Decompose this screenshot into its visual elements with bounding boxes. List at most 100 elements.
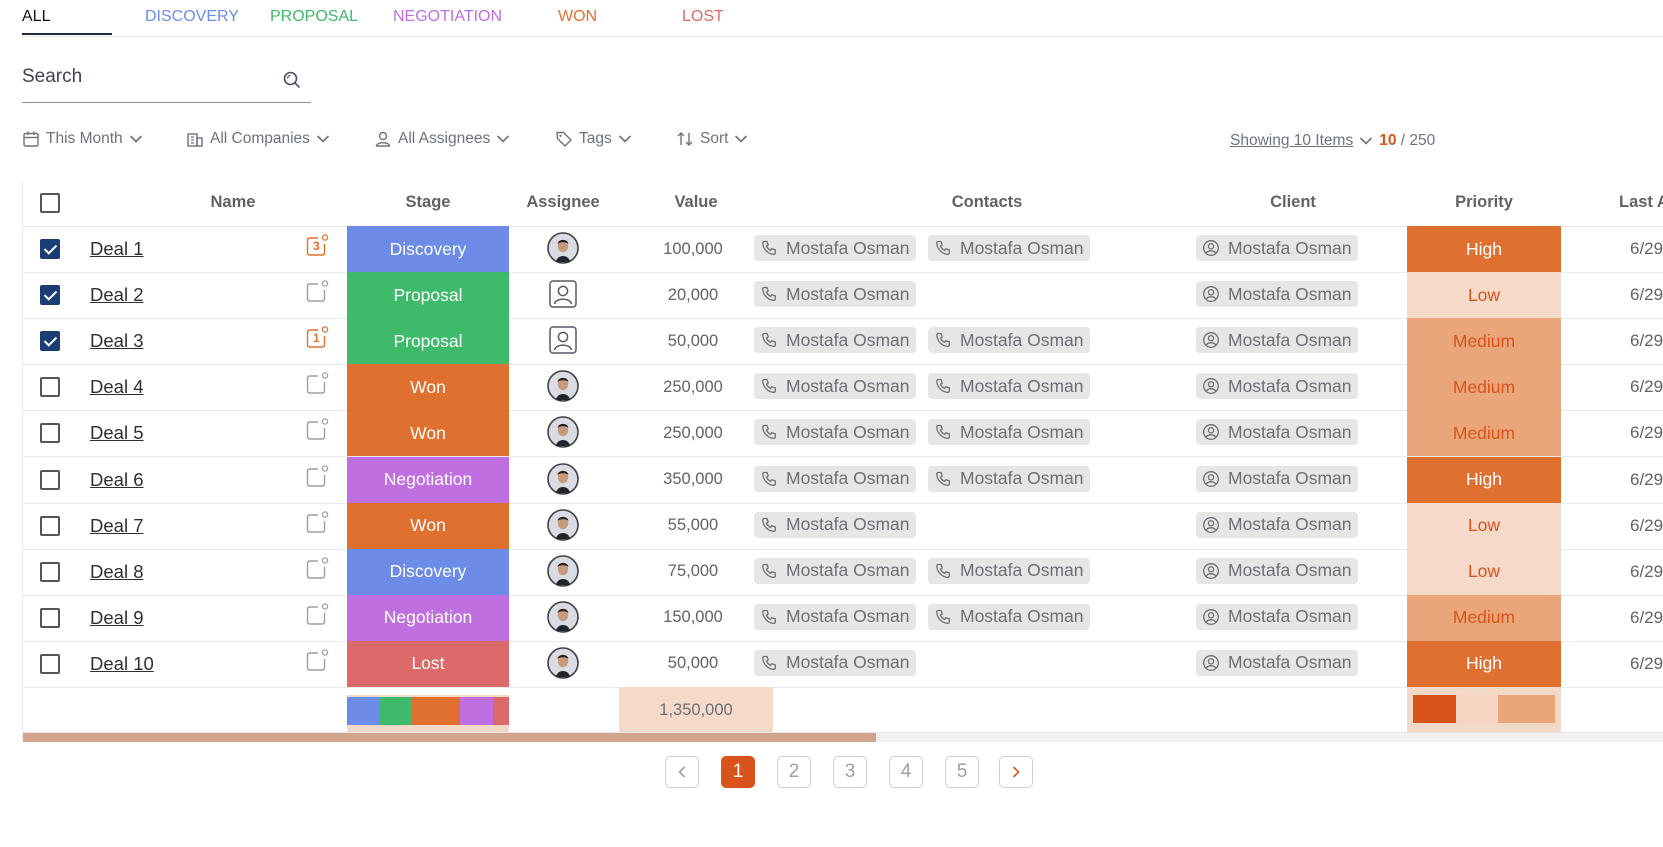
assignee-avatar[interactable] xyxy=(547,554,579,587)
search-input[interactable] xyxy=(22,64,276,96)
company-filter[interactable]: All Companies xyxy=(186,130,330,148)
contact-chip[interactable]: Mostafa Osman xyxy=(754,649,916,676)
unassigned-avatar-icon[interactable] xyxy=(547,278,579,310)
client-chip[interactable]: Mostafa Osman xyxy=(1196,557,1358,584)
horizontal-scrollbar-thumb[interactable] xyxy=(23,733,877,742)
row-checkbox[interactable] xyxy=(40,377,60,398)
deal-name-link[interactable]: Deal 2 xyxy=(90,284,143,306)
priority-badge[interactable]: Low xyxy=(1407,502,1561,549)
task-icon[interactable] xyxy=(304,279,330,310)
table-row[interactable]: Deal 4 Won 250,000 Mostafa Osman Mostafa Osm… xyxy=(23,364,1663,412)
table-row[interactable]: Deal 8 Discovery 75,000 Mostafa Osman Mostaf… xyxy=(23,548,1663,596)
column-stage[interactable]: Stage xyxy=(347,193,509,212)
tab-proposal[interactable]: PROPOSAL xyxy=(270,8,358,26)
priority-badge[interactable]: Medium xyxy=(1407,364,1561,411)
assignee-avatar[interactable] xyxy=(547,416,579,449)
client-chip[interactable]: Mostafa Osman xyxy=(1196,327,1358,354)
date-filter[interactable]: This Month xyxy=(22,130,143,148)
contact-chip[interactable]: Mostafa Osman xyxy=(754,327,916,354)
client-chip[interactable]: Mostafa Osman xyxy=(1196,603,1358,630)
row-checkbox[interactable] xyxy=(40,515,60,536)
task-icon[interactable] xyxy=(304,371,330,402)
table-row[interactable]: Deal 1 3 Discovery 100,000 Mostafa Osman Most… xyxy=(23,226,1663,273)
task-icon[interactable]: 1 xyxy=(304,325,330,356)
row-checkbox[interactable] xyxy=(40,423,60,444)
page-button-2[interactable]: 2 xyxy=(777,756,811,788)
row-checkbox[interactable] xyxy=(40,469,60,490)
assignee-avatar[interactable] xyxy=(547,462,579,495)
stage-badge[interactable]: Won xyxy=(347,410,509,457)
stage-badge[interactable]: Proposal xyxy=(347,318,509,365)
priority-badge[interactable]: Low xyxy=(1407,272,1561,319)
column-priority[interactable]: Priority xyxy=(1407,193,1561,212)
deal-name-link[interactable]: Deal 10 xyxy=(90,653,154,675)
tab-all[interactable]: ALL xyxy=(22,8,50,26)
tags-filter[interactable]: Tags xyxy=(555,130,632,148)
row-checkbox[interactable] xyxy=(40,561,60,582)
client-chip[interactable]: Mostafa Osman xyxy=(1196,649,1358,676)
table-row[interactable]: Deal 5 Won 250,000 Mostafa Osman Mostafa Osm… xyxy=(23,410,1663,458)
items-per-page-select[interactable]: Showing 10 Items xyxy=(1230,132,1353,150)
assignee-avatar[interactable] xyxy=(547,508,579,541)
assignee-avatar[interactable] xyxy=(547,370,579,403)
stage-badge[interactable]: Proposal xyxy=(347,272,509,319)
client-chip[interactable]: Mostafa Osman xyxy=(1196,235,1358,261)
contact-chip[interactable]: Mostafa Osman xyxy=(928,419,1090,446)
task-icon[interactable] xyxy=(304,556,330,587)
stage-badge[interactable]: Lost xyxy=(347,640,509,687)
next-page-button[interactable] xyxy=(999,756,1033,788)
search-icon[interactable] xyxy=(282,70,302,95)
contact-chip[interactable]: Mostafa Osman xyxy=(928,235,1090,261)
client-chip[interactable]: Mostafa Osman xyxy=(1196,373,1358,400)
tab-lost[interactable]: LOST xyxy=(682,8,724,26)
prev-page-button[interactable] xyxy=(665,756,699,788)
tab-negotiation[interactable]: NEGOTIATION xyxy=(393,8,502,26)
contact-chip[interactable]: Mostafa Osman xyxy=(754,373,916,400)
task-icon[interactable] xyxy=(304,464,330,495)
stage-badge[interactable]: Negotiation xyxy=(347,594,509,641)
priority-badge[interactable]: High xyxy=(1407,226,1561,272)
row-checkbox[interactable] xyxy=(40,653,60,674)
task-icon[interactable] xyxy=(304,648,330,679)
page-button-1[interactable]: 1 xyxy=(721,756,755,788)
page-button-3[interactable]: 3 xyxy=(833,756,867,788)
assignee-filter[interactable]: All Assignees xyxy=(374,130,510,148)
column-value[interactable]: Value xyxy=(619,193,773,212)
contact-chip[interactable]: Mostafa Osman xyxy=(754,281,916,308)
contact-chip[interactable]: Mostafa Osman xyxy=(754,235,916,261)
task-icon[interactable]: 3 xyxy=(304,233,330,264)
sort-filter[interactable]: Sort xyxy=(676,130,748,148)
contact-chip[interactable]: Mostafa Osman xyxy=(928,557,1090,584)
priority-badge[interactable]: High xyxy=(1407,640,1561,687)
table-row[interactable]: Deal 10 Lost 50,000 Mostafa Osman Mostafa Os… xyxy=(23,640,1663,688)
stage-badge[interactable]: Negotiation xyxy=(347,456,509,503)
priority-badge[interactable]: Low xyxy=(1407,548,1561,595)
task-icon[interactable] xyxy=(304,602,330,633)
assignee-avatar[interactable] xyxy=(547,647,579,679)
select-all-checkbox[interactable] xyxy=(40,193,60,213)
deal-name-link[interactable]: Deal 9 xyxy=(90,607,143,629)
deal-name-link[interactable]: Deal 1 xyxy=(90,238,143,260)
search-box[interactable]: Search xyxy=(22,64,311,103)
table-row[interactable]: Deal 3 1 Proposal 50,000 Mostafa Osman Mostaf… xyxy=(23,318,1663,366)
stage-badge[interactable]: Won xyxy=(347,502,509,549)
client-chip[interactable]: Mostafa Osman xyxy=(1196,419,1358,446)
client-chip[interactable]: Mostafa Osman xyxy=(1196,281,1358,308)
task-icon[interactable] xyxy=(304,417,330,448)
contact-chip[interactable]: Mostafa Osman xyxy=(928,373,1090,400)
contact-chip[interactable]: Mostafa Osman xyxy=(754,419,916,446)
horizontal-scrollbar[interactable] xyxy=(23,732,1663,742)
row-checkbox[interactable] xyxy=(40,239,60,259)
stage-badge[interactable]: Won xyxy=(347,364,509,411)
tab-discovery[interactable]: DISCOVERY xyxy=(145,8,239,26)
tab-won[interactable]: WON xyxy=(558,8,597,26)
contact-chip[interactable]: Mostafa Osman xyxy=(928,327,1090,354)
deal-name-link[interactable]: Deal 7 xyxy=(90,515,143,537)
stage-badge[interactable]: Discovery xyxy=(347,226,509,272)
priority-badge[interactable]: Medium xyxy=(1407,594,1561,641)
contact-chip[interactable]: Mostafa Osman xyxy=(754,465,916,492)
table-row[interactable]: Deal 6 Negotiation 350,000 Mostafa Osman Mos… xyxy=(23,456,1663,504)
priority-badge[interactable]: Medium xyxy=(1407,318,1561,365)
page-button-4[interactable]: 4 xyxy=(889,756,923,788)
deal-name-link[interactable]: Deal 5 xyxy=(90,422,143,444)
